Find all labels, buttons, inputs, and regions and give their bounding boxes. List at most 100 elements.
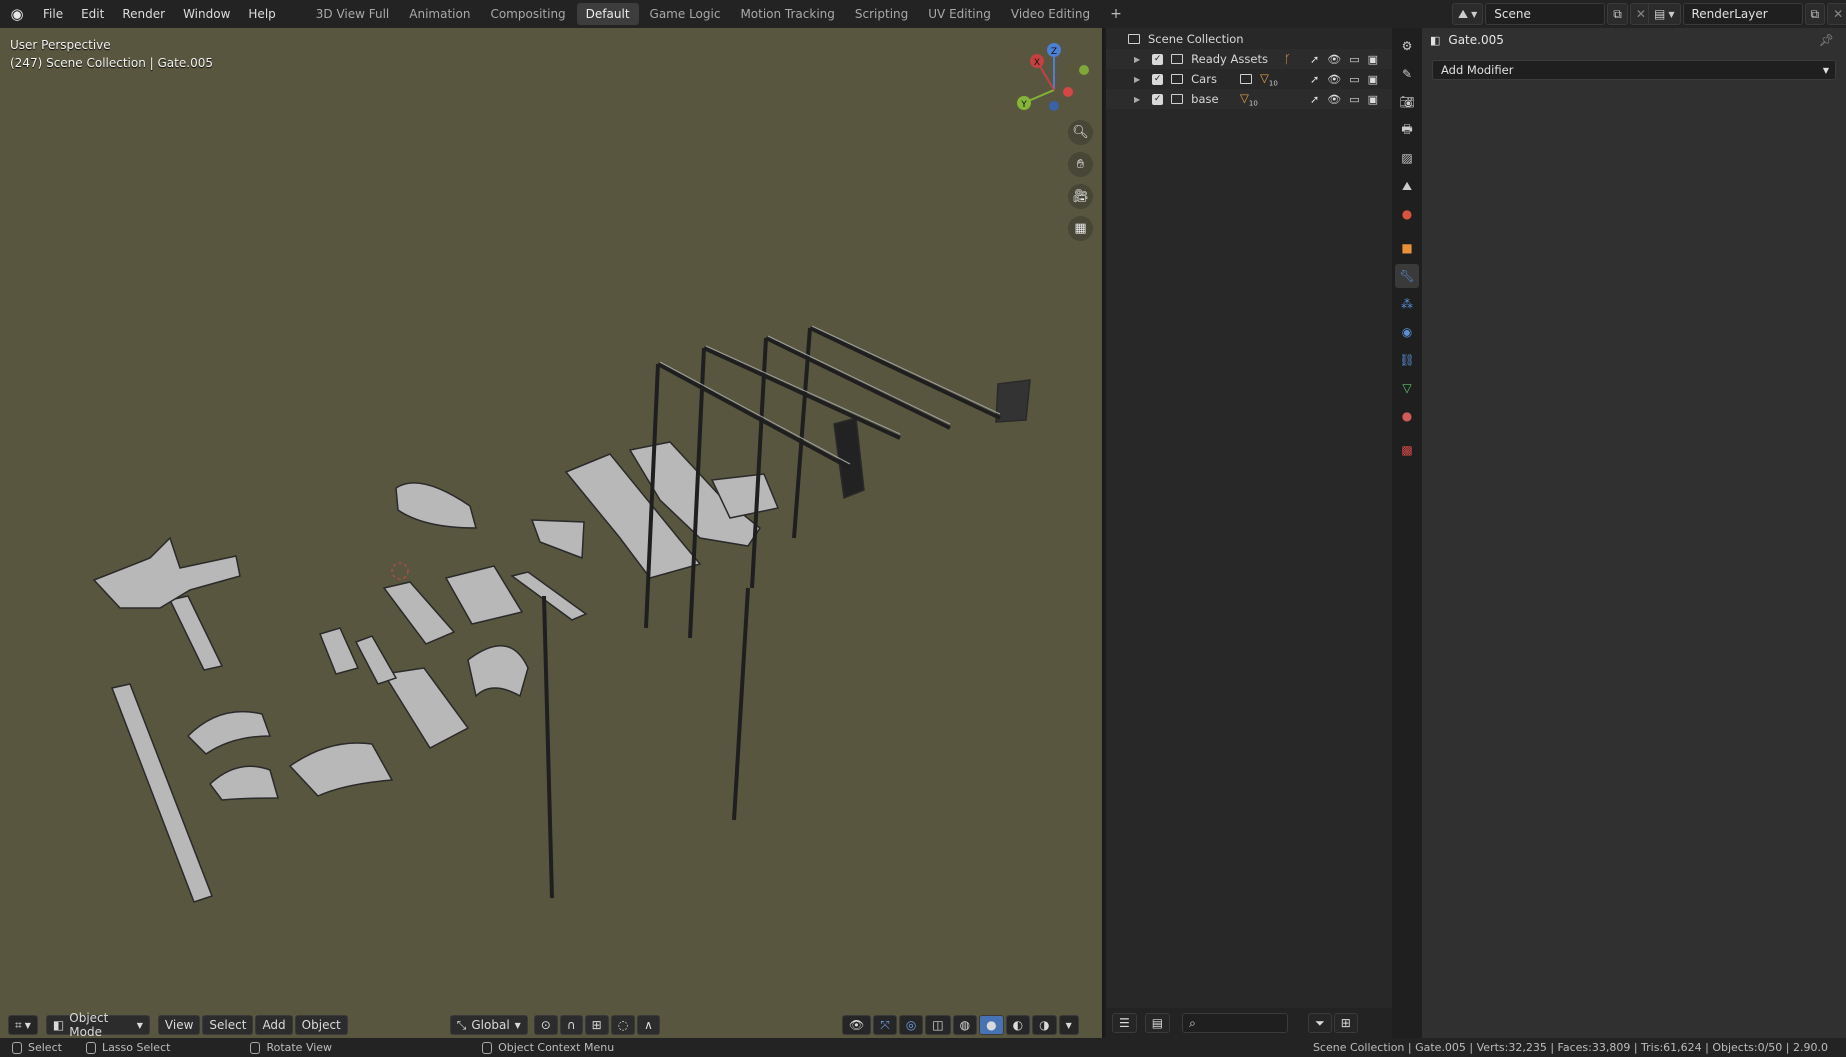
snap-toggle[interactable]: ∩ [559,1015,583,1035]
editor-type-button[interactable]: ⌗ ▼ [8,1015,38,1035]
tab-animation[interactable]: Animation [400,3,479,25]
physics-tab[interactable]: ◉ [1395,320,1419,344]
data-tab[interactable]: ▽ [1395,376,1419,400]
overlay-toggle[interactable]: ◎ [898,1015,924,1035]
menu-window[interactable]: Window [174,0,239,28]
scene-tab[interactable]: ⛰ [1395,174,1419,198]
render-tab[interactable]: 📷︎ [1395,90,1419,114]
xray-toggle[interactable]: ◫ [925,1015,951,1035]
gizmo-toggle[interactable]: ⤧ [873,1015,897,1035]
eye-icon[interactable]: 👁︎ [1327,73,1341,86]
filter-dropdown[interactable]: ⏷ [1308,1013,1332,1033]
menu-help[interactable]: Help [239,0,284,28]
outliner-row-cars[interactable]: ▶ ✓ Cars ▽10 ➚ 👁︎ ▭ ▣ [1106,69,1392,89]
neg-x-axis-icon[interactable] [1063,87,1073,97]
transform-orientation-dropdown[interactable]: ⤡ Global ▼ [449,1015,528,1035]
3d-viewport[interactable]: Z Y X User Perspective (247) Scene Colle… [0,28,1104,1038]
add-modifier-dropdown[interactable]: Add Modifier ▼ [1432,60,1836,80]
select-menu[interactable]: Select [202,1015,254,1035]
visibility-dropdown[interactable]: 👁︎ [841,1015,872,1035]
exclude-checkbox[interactable]: ✓ [1152,53,1164,65]
object-menu[interactable]: Object [294,1015,348,1035]
render-camera-icon[interactable]: ▣ [1368,53,1378,66]
view-layer-tab[interactable]: ▨ [1395,146,1419,170]
expand-arrow-icon[interactable]: ▶ [1134,55,1140,64]
rendered-shading-button[interactable]: ◑ [1032,1015,1057,1035]
exclude-checkbox[interactable]: ✓ [1152,73,1164,85]
display-mode-dropdown[interactable]: ▤ [1144,1013,1171,1033]
new-collection-button[interactable]: ⊞ [1333,1013,1358,1033]
eye-icon[interactable]: 👁︎ [1327,53,1341,66]
tab-3d-view-full[interactable]: 3D View Full [307,3,399,25]
material-tab[interactable]: ● [1395,404,1419,428]
editor-type-properties-button[interactable]: ⚙ [1395,34,1419,58]
texture-tab[interactable]: ▩ [1395,438,1419,462]
scene-browse-button[interactable]: ⛰ ▼ [1452,3,1484,25]
ortho-grid-icon[interactable]: ▦ [1068,216,1093,241]
render-camera-icon[interactable]: ▣ [1368,73,1378,86]
material-shading-button[interactable]: ◐ [1005,1015,1031,1035]
tab-motion-tracking[interactable]: Motion Tracking [731,3,843,25]
tool-tab[interactable]: ✎ [1395,62,1419,86]
output-tab[interactable]: 🖶︎ [1395,118,1419,142]
outliner-search-input[interactable]: ⌕ [1182,1013,1289,1033]
block-piece [510,571,588,621]
new-scene-button[interactable]: ⧉ [1607,3,1628,25]
shading-options-dropdown[interactable]: ▼ [1058,1015,1079,1035]
menu-file[interactable]: File [34,0,72,28]
blender-logo-icon[interactable]: ◉ [0,0,34,28]
menu-render[interactable]: Render [113,0,174,28]
add-menu[interactable]: Add [255,1015,293,1035]
delete-view-layer-button[interactable]: ✕ [1827,3,1846,25]
exclude-checkbox[interactable]: ✓ [1152,93,1164,105]
solid-shading-button[interactable]: ● [979,1015,1004,1035]
falloff-dropdown[interactable]: ∧ [637,1015,660,1035]
object-mode-dropdown[interactable]: ◧ Object Mode ▼ [45,1011,150,1038]
render-layer-field[interactable]: RenderLayer [1682,3,1803,25]
zoom-icon[interactable]: 🔍︎ [1068,120,1093,145]
camera-view-icon[interactable]: 🎥︎ [1068,184,1093,209]
pivot-point-dropdown[interactable]: ⊙ [533,1015,558,1035]
selectable-arrow-icon[interactable]: ➚ [1310,73,1319,86]
navigation-gizmo[interactable]: Z Y X [1017,43,1089,111]
expand-arrow-icon[interactable]: ▶ [1134,95,1140,104]
viewport-monitor-icon[interactable]: ▭ [1349,93,1359,106]
scene-geometry[interactable]: Z Y X [0,28,1104,1038]
tab-compositing[interactable]: Compositing [481,3,574,25]
neg-y-axis-icon[interactable] [1079,65,1089,75]
snap-target-dropdown[interactable]: ⊞ [584,1015,609,1035]
eye-icon[interactable]: 👁︎ [1327,93,1341,106]
particles-tab[interactable]: ⁂ [1395,292,1419,316]
proportional-edit-toggle[interactable]: ◌ [610,1015,636,1035]
outliner-editor-type-button[interactable]: ☰ [1112,1013,1137,1033]
render-camera-icon[interactable]: ▣ [1368,93,1378,106]
wireframe-shading-button[interactable]: ◍ [952,1015,978,1035]
tab-default[interactable]: Default [576,3,639,25]
collection-label: Ready Assets [1191,52,1268,66]
new-view-layer-button[interactable]: ⧉ [1804,3,1826,25]
pan-hand-icon[interactable]: ✋︎ [1068,152,1093,177]
tab-video-editing[interactable]: Video Editing [1002,3,1099,25]
outliner-row-base[interactable]: ▶ ✓ base ▽10 ➚ 👁︎ ▭ ▣ [1106,89,1392,109]
scene-name-field[interactable]: Scene [1485,3,1606,25]
selectable-arrow-icon[interactable]: ➚ [1310,53,1319,66]
viewport-monitor-icon[interactable]: ▭ [1349,73,1359,86]
modifier-tab[interactable]: 🔧︎ [1395,264,1419,288]
selectable-arrow-icon[interactable]: ➚ [1310,93,1319,106]
world-tab[interactable]: ● [1395,202,1419,226]
outliner-root-row[interactable]: Scene Collection [1106,29,1392,49]
tab-uv-editing[interactable]: UV Editing [919,3,1000,25]
tab-game-logic[interactable]: Game Logic [641,3,730,25]
tab-scripting[interactable]: Scripting [846,3,917,25]
expand-arrow-icon[interactable]: ▶ [1134,75,1140,84]
neg-z-axis-icon[interactable] [1049,101,1059,111]
viewport-monitor-icon[interactable]: ▭ [1349,53,1359,66]
object-tab[interactable]: ■ [1395,236,1419,260]
add-workspace-button[interactable]: + [1101,3,1131,25]
menu-edit[interactable]: Edit [72,0,113,28]
constraints-tab[interactable]: ⛓ [1395,348,1419,372]
view-menu[interactable]: View [157,1015,201,1035]
pin-icon[interactable]: 📌︎ [1819,33,1834,47]
view-layer-browse-button[interactable]: ▤ ▼ [1648,3,1681,25]
outliner-row-ready-assets[interactable]: ▶ ✓ Ready Assets ᚴ ➚ 👁︎ ▭ ▣ [1106,49,1392,69]
